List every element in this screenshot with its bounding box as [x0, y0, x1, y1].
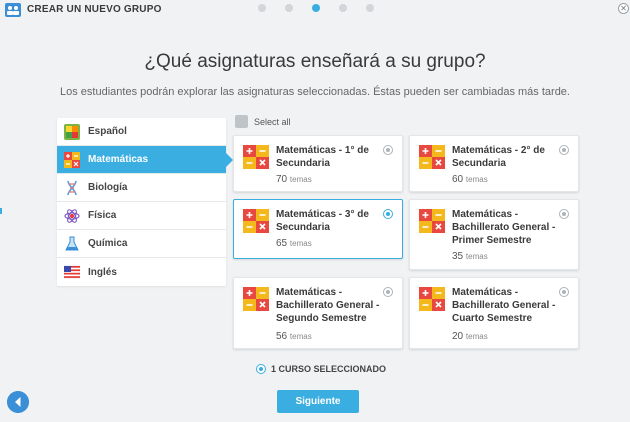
step-dot-3: [312, 4, 320, 12]
select-all-checkbox[interactable]: Select all: [235, 115, 291, 128]
arrow-left-icon[interactable]: [7, 391, 29, 413]
course-radio[interactable]: [383, 209, 393, 219]
sidebar-item-fisica[interactable]: Física: [57, 202, 226, 230]
question-subheading: Los estudiantes podrán explorar las asig…: [60, 86, 570, 98]
sidebar-item-label: Español: [88, 126, 127, 137]
course-card[interactable]: Matemáticas - Bachillerato General - Cua…: [409, 277, 579, 349]
selected-count-label: 1 CURSO SELECCIONADO: [271, 364, 387, 374]
page-title: CREAR UN NUEVO GRUPO: [27, 4, 162, 15]
question-heading: ¿Qué asignaturas enseñará a su grupo?: [144, 51, 486, 72]
course-title: Matemáticas - Bachillerato General - Cua…: [452, 287, 556, 324]
step-indicator: [258, 4, 374, 12]
selected-count-indicator: 1 CURSO SELECCIONADO: [256, 364, 386, 374]
math-operators-icon: [243, 287, 269, 311]
abc-book-icon: [64, 123, 80, 140]
sidebar-item-label: Inglés: [88, 266, 117, 278]
math-operators-icon: [419, 287, 445, 311]
course-card-selected[interactable]: Matemáticas - 3° de Secundaria 65 temas: [233, 199, 403, 259]
sidebar-item-label: Química: [88, 238, 128, 249]
group-icon: [5, 3, 21, 17]
course-topic-count: 35 temas: [452, 251, 488, 262]
dna-icon: [67, 180, 77, 195]
step-dot-5: [366, 4, 374, 12]
top-bar: CREAR UN NUEVO GRUPO ✕: [0, 0, 630, 20]
step-dot-1: [258, 4, 266, 12]
course-topic-count: 70 temas: [276, 174, 312, 185]
course-radio[interactable]: [383, 145, 393, 155]
close-icon[interactable]: ✕: [618, 3, 629, 14]
course-title: Matemáticas - 2° de Secundaria: [452, 145, 545, 169]
course-card[interactable]: Matemáticas - Bachillerato General - Seg…: [233, 277, 403, 349]
course-radio[interactable]: [559, 287, 569, 297]
radio-dot-icon: [256, 364, 266, 374]
course-topic-count: 56 temas: [276, 331, 312, 342]
course-card[interactable]: Matemáticas - Bachillerato General - Pri…: [409, 199, 579, 270]
step-dot-2: [285, 4, 293, 12]
course-topic-count: 60 temas: [452, 174, 488, 185]
sidebar-item-biologia[interactable]: Biología: [57, 174, 226, 202]
sidebar-item-quimica[interactable]: Química: [57, 230, 226, 258]
sidebar-item-label: Biología: [88, 182, 128, 193]
subject-sidebar: Español Matemáticas Biología Física Quím…: [57, 118, 233, 286]
math-operators-icon: [243, 209, 269, 233]
course-card[interactable]: Matemáticas - 1° de Secundaria 70 temas: [233, 135, 403, 192]
sidebar-item-label: Física: [88, 210, 117, 221]
course-topic-count: 20 temas: [452, 331, 488, 342]
sidebar-item-label: Matemáticas: [88, 154, 149, 165]
atom-icon: [64, 208, 80, 223]
course-card[interactable]: Matemáticas - 2° de Secundaria 60 temas: [409, 135, 579, 192]
course-radio[interactable]: [383, 287, 393, 297]
course-title: Matemáticas - Bachillerato General - Seg…: [276, 287, 380, 324]
edge-marker: [0, 208, 2, 214]
math-operators-icon: [243, 145, 269, 169]
us-flag-icon: [64, 265, 80, 279]
select-all-label: Select all: [254, 116, 291, 127]
course-title: Matemáticas - Bachillerato General - Pri…: [452, 209, 556, 246]
course-topic-count: 65 temas: [276, 238, 312, 249]
math-operators-icon: [64, 151, 80, 168]
course-title: Matemáticas - 3° de Secundaria: [276, 209, 369, 233]
course-radio[interactable]: [559, 209, 569, 219]
sidebar-item-ingles[interactable]: Inglés: [57, 258, 226, 286]
step-dot-4: [339, 4, 347, 12]
math-operators-icon: [419, 209, 445, 233]
next-button[interactable]: Siguiente: [277, 390, 359, 413]
sidebar-item-espanol[interactable]: Español: [57, 118, 226, 146]
course-radio[interactable]: [559, 145, 569, 155]
math-operators-icon: [419, 145, 445, 169]
course-title: Matemáticas - 1° de Secundaria: [276, 145, 369, 169]
flask-icon: [65, 236, 79, 250]
checkbox-icon[interactable]: [235, 115, 248, 128]
sidebar-item-matematicas[interactable]: Matemáticas: [57, 146, 233, 174]
